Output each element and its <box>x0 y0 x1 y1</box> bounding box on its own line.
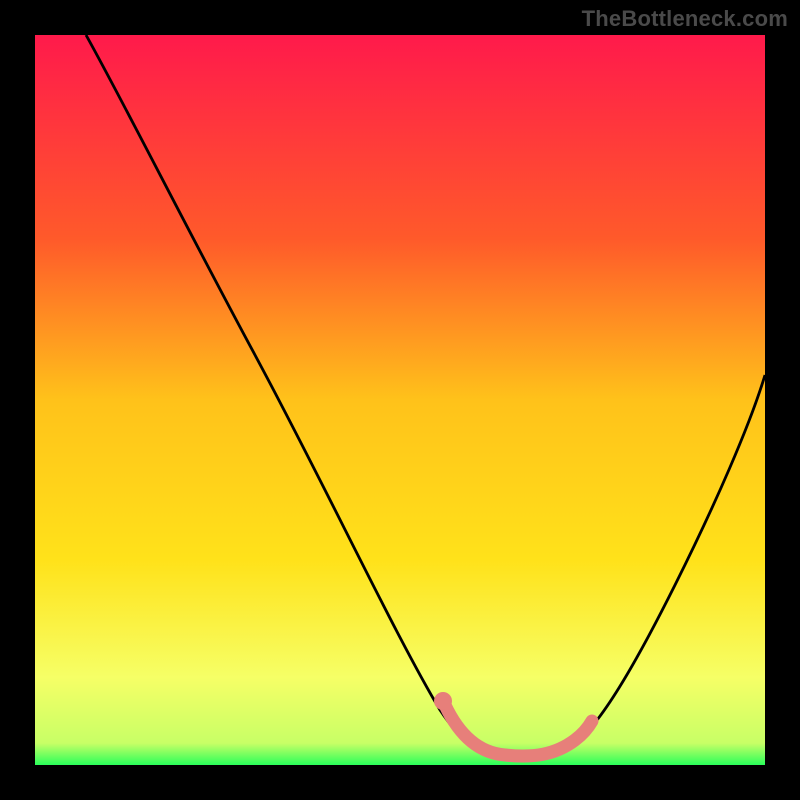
watermark-text: TheBottleneck.com <box>582 6 788 32</box>
highlight-start-dot <box>434 692 452 710</box>
chart-svg <box>35 35 765 765</box>
chart-frame <box>35 35 765 765</box>
